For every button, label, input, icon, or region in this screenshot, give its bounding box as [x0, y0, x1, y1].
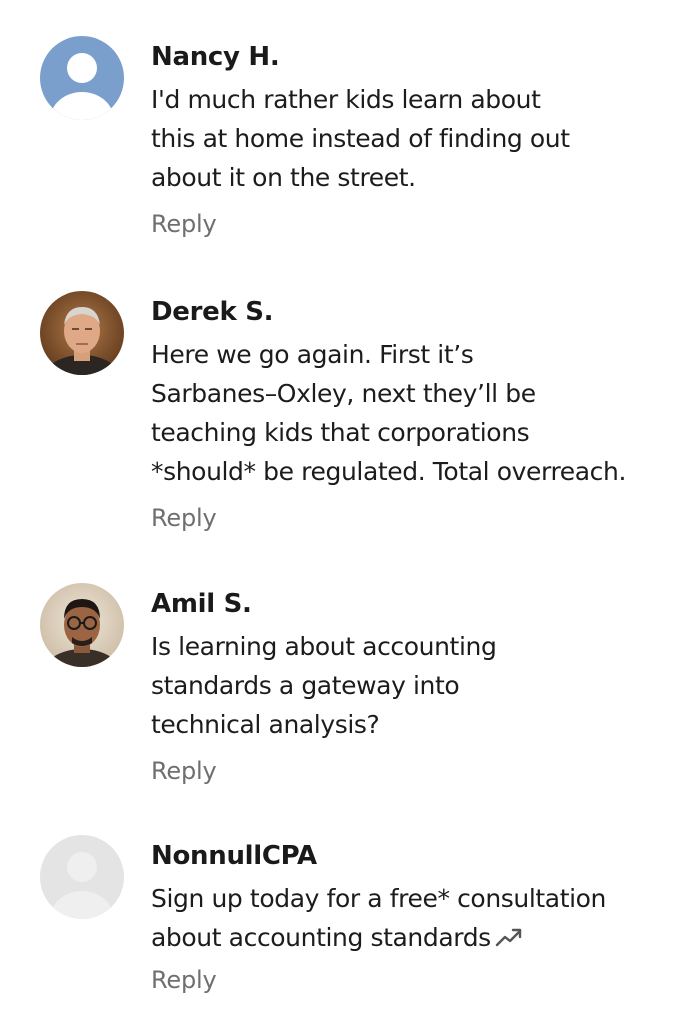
comment-text: I'd much rather kids learn about this at… — [151, 80, 671, 197]
avatar[interactable] — [40, 835, 124, 919]
reply-button[interactable]: Reply — [151, 965, 217, 995]
default-user-icon — [40, 36, 124, 120]
comment-author[interactable]: Amil S. — [151, 583, 671, 622]
reply-button[interactable]: Reply — [151, 209, 217, 239]
comment-body: Derek S. Here we go again. First it’s Sa… — [151, 291, 671, 533]
comment-text-line: Sign up today for a free* consultation — [151, 884, 607, 913]
comment-text: Here we go again. First it’s Sarbanes–Ox… — [151, 335, 671, 491]
comment-text-line: this at home instead of finding out — [151, 124, 570, 153]
comment-text-line: Sarbanes–Oxley, next they’ll be — [151, 379, 536, 408]
comment-text-line: I'd much rather kids learn about — [151, 85, 541, 114]
comment-body: NonnullCPA Sign up today for a free* con… — [151, 835, 671, 995]
comment-text-fragment: about accounting standards — [151, 923, 491, 952]
comment-author[interactable]: Nancy H. — [151, 36, 671, 75]
comment-text: Is learning about accounting standards a… — [151, 627, 671, 744]
comment-text-line: teaching kids that corporations — [151, 418, 530, 447]
comment-body: Amil S. Is learning about accounting sta… — [151, 583, 671, 786]
comment-text-line: standards a gateway into — [151, 671, 460, 700]
avatar[interactable] — [40, 291, 124, 375]
trending-up-icon — [495, 928, 521, 947]
comment-body: Nancy H. I'd much rather kids learn abou… — [151, 36, 671, 239]
comment-text-line: *should* be regulated. Total overreach. — [151, 457, 627, 486]
avatar[interactable] — [40, 583, 124, 667]
comment-text: Sign up today for a free* consultation a… — [151, 879, 671, 957]
reply-button[interactable]: Reply — [151, 503, 217, 533]
comment-text-line: Here we go again. First it’s — [151, 340, 474, 369]
reply-button[interactable]: Reply — [151, 756, 217, 786]
user-photo-icon — [40, 583, 124, 667]
avatar[interactable] — [40, 36, 124, 120]
comment-author[interactable]: Derek S. — [151, 291, 671, 330]
user-photo-icon — [40, 291, 124, 375]
comment-text-line: Is learning about accounting — [151, 632, 497, 661]
comment-text-line: about it on the street. — [151, 163, 416, 192]
default-user-icon — [40, 835, 124, 919]
comment-author[interactable]: NonnullCPA — [151, 835, 671, 874]
comment-text-line-with-icon: about accounting standards — [151, 918, 671, 957]
comment-text-line: technical analysis? — [151, 710, 380, 739]
